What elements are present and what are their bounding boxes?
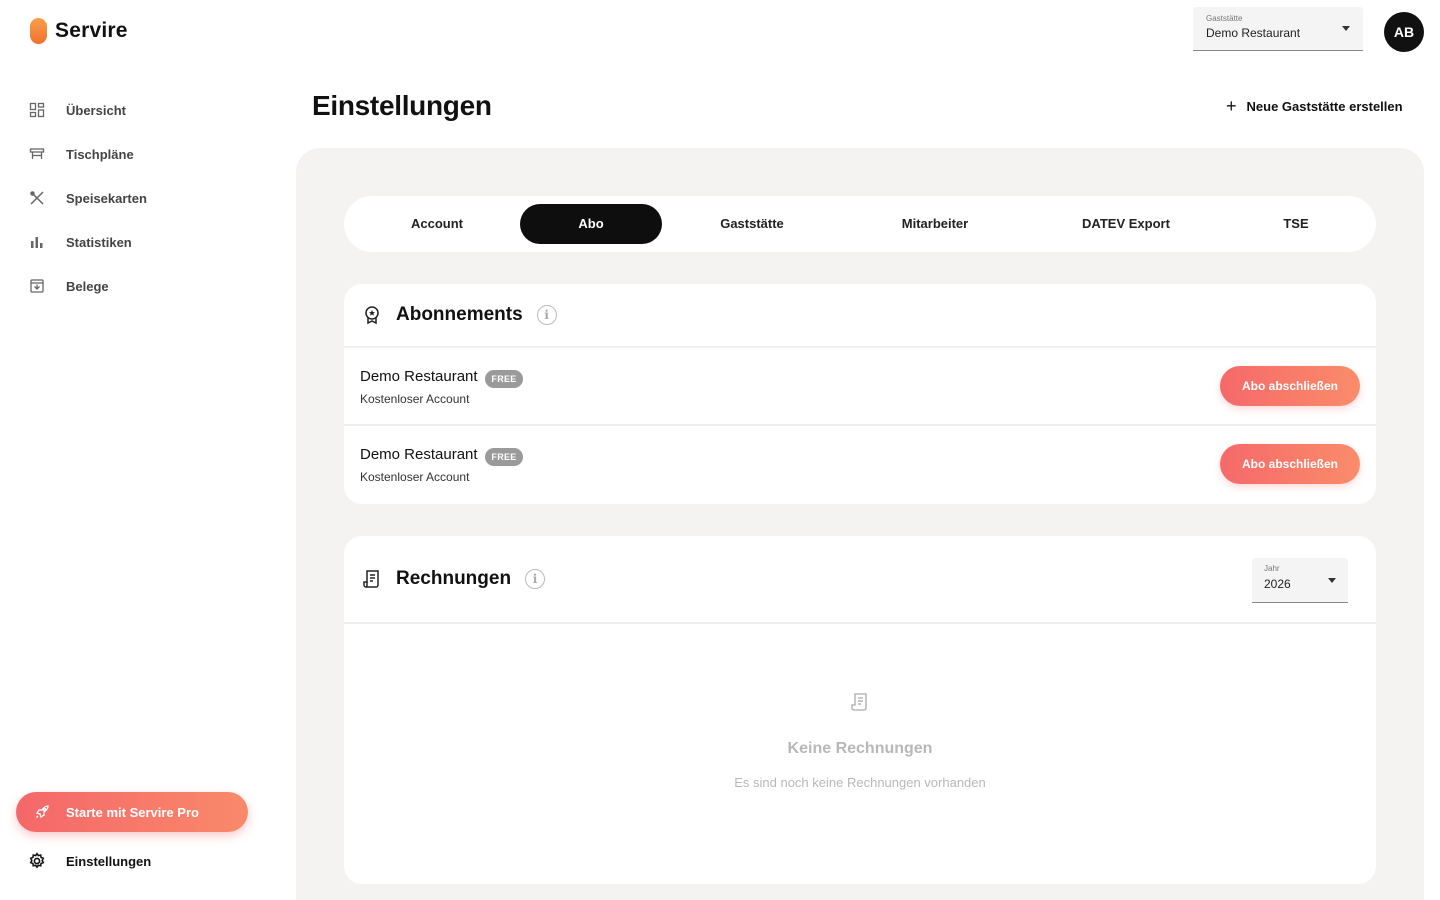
subscription-name: Demo Restaurant [360,368,478,385]
logo-mark [30,18,47,44]
caret-down-icon [1328,578,1336,583]
archive-icon [28,277,46,295]
gear-icon [28,852,46,870]
table-icon [28,145,46,163]
logo[interactable]: Servire [30,18,128,44]
sidebar-nav: Übersicht Tischpläne Speisekarten Statis… [28,88,268,308]
year-select[interactable]: Jahr 2026 [1252,558,1348,603]
settings-tabs: Account Abo Gaststätte Mitarbeiter DATEV… [344,196,1376,252]
avatar[interactable]: AB [1384,12,1424,52]
tab-gaststaette[interactable]: Gaststätte [682,204,822,244]
sidebar-item-belege[interactable]: Belege [28,264,268,308]
subscriptions-header: Abonnements i [344,284,1376,348]
dashboard-icon [28,101,46,119]
cutlery-icon [28,189,46,207]
invoices-card: Rechnungen i Jahr 2026 Keine Rechnungen … [344,536,1376,884]
logo-text: Servire [55,19,128,42]
sidebar-item-label: Statistiken [66,234,132,250]
restaurant-select-value: Demo Restaurant [1206,26,1301,40]
sidebar-item-label: Übersicht [66,102,126,118]
info-icon[interactable]: i [536,305,557,325]
sidebar-item-label: Belege [66,278,109,294]
tab-datev-export[interactable]: DATEV Export [1054,204,1198,244]
receipt-icon [362,569,382,589]
servire-pro-button[interactable]: Starte mit Servire Pro [16,792,248,832]
subscribe-button[interactable]: Abo abschließen [1220,444,1360,484]
caret-down-icon [1342,26,1350,31]
award-icon [362,305,382,325]
servire-pro-label: Starte mit Servire Pro [66,804,199,820]
plan-badge: FREE [485,448,523,466]
rocket-icon [34,804,50,820]
invoices-empty-state: Keine Rechnungen Es sind noch keine Rech… [344,626,1376,884]
restaurant-select[interactable]: Gaststätte Demo Restaurant [1193,7,1363,51]
year-select-value: 2026 [1264,577,1291,591]
sidebar-item-tischplaene[interactable]: Tischpläne [28,132,268,176]
info-icon[interactable]: i [525,569,546,589]
subscription-status: Kostenloser Account [360,470,470,484]
restaurant-select-label: Gaststätte [1206,14,1243,23]
subscription-name: Demo Restaurant [360,446,478,463]
tab-account[interactable]: Account [366,204,508,244]
sidebar-item-uebersicht[interactable]: Übersicht [28,88,268,132]
subscription-status: Kostenloser Account [360,392,470,406]
sidebar-item-label: Speisekarten [66,190,147,206]
year-select-label: Jahr [1264,564,1280,573]
bar-chart-icon [28,233,46,251]
subscriptions-title: Abonnements [396,304,523,325]
settings-panel: Account Abo Gaststätte Mitarbeiter DATEV… [296,148,1424,900]
subscription-row: Demo Restaurant FREE Kostenloser Account… [344,426,1376,504]
new-restaurant-label: Neue Gaststätte erstellen [1246,98,1403,114]
sidebar-item-label: Tischpläne [66,146,134,162]
tab-mitarbeiter[interactable]: Mitarbeiter [864,204,1006,244]
receipt-icon [851,693,867,711]
new-restaurant-button[interactable]: + Neue Gaststätte erstellen [1226,96,1403,116]
plan-badge: FREE [485,370,523,388]
sidebar-item-einstellungen[interactable]: Einstellungen [28,852,151,870]
sidebar-item-speisekarten[interactable]: Speisekarten [28,176,268,220]
sidebar-item-label: Einstellungen [66,853,152,869]
plus-icon: + [1226,96,1237,116]
subscriptions-card: Abonnements i Demo Restaurant FREE Koste… [344,284,1376,504]
invoices-title: Rechnungen [396,568,512,589]
sidebar-item-statistiken[interactable]: Statistiken [28,220,268,264]
page-title: Einstellungen [312,90,492,121]
subscription-row: Demo Restaurant FREE Kostenloser Account… [344,348,1376,426]
empty-text: Es sind noch keine Rechnungen vorhanden [734,775,986,790]
subscribe-button[interactable]: Abo abschließen [1220,366,1360,406]
tab-abo[interactable]: Abo [520,204,662,244]
invoices-header: Rechnungen i Jahr 2026 [344,536,1376,624]
empty-title: Keine Rechnungen [787,740,933,757]
tab-tse[interactable]: TSE [1224,204,1368,244]
